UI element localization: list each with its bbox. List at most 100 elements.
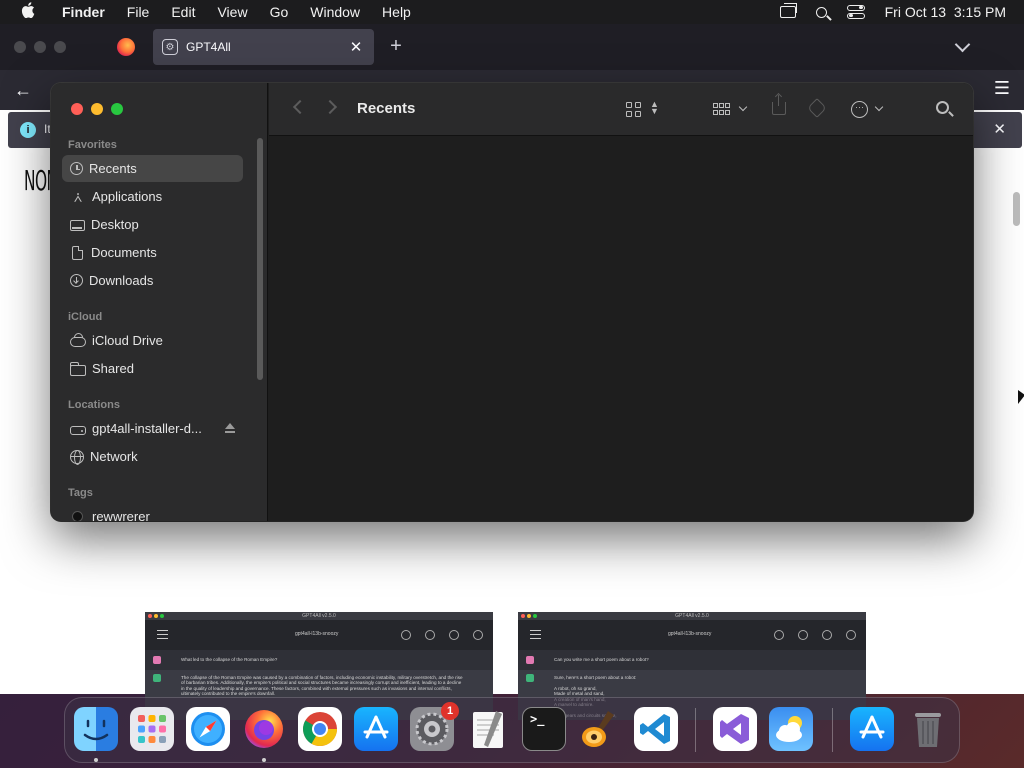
sidebar-item-label: Network (90, 449, 138, 464)
minimize-button[interactable] (91, 103, 103, 115)
group-chevron-down-icon[interactable] (738, 102, 748, 112)
apple-icon[interactable] (18, 2, 38, 22)
sidebar-item-label: Documents (91, 245, 157, 260)
more-chevron-down-icon[interactable] (874, 102, 884, 112)
window-title: Recents (357, 100, 416, 117)
sidebar-section-icloud: iCloud (68, 311, 103, 323)
dock-separator (832, 708, 833, 752)
sidebar-section-favorites: Favorites (68, 139, 117, 151)
screenshot-toolbar-icons (401, 630, 483, 640)
sidebar-section-locations: Locations (68, 399, 120, 411)
sidebar-item-label: Desktop (91, 217, 139, 232)
visual-studio-app-icon[interactable] (713, 707, 757, 751)
chrome-app-icon[interactable] (298, 707, 342, 751)
dock: 1 >_ (64, 697, 960, 763)
sidebar-item-downloads[interactable]: Downloads (62, 267, 243, 294)
tab-gpt4all[interactable]: ⚙ GPT4All ✕ (153, 29, 374, 65)
running-indicator (94, 758, 98, 762)
sidebar-item-label: rewwrerer (92, 509, 150, 521)
firefox-app-icon[interactable] (242, 707, 286, 751)
zoom-button-inactive[interactable] (54, 41, 66, 53)
vscode-app-icon[interactable] (634, 707, 678, 751)
launchpad-app-icon[interactable] (130, 707, 174, 751)
menu-window[interactable]: Window (310, 4, 360, 20)
sidebar-item-network[interactable]: Network (62, 443, 243, 470)
display-icon[interactable] (779, 3, 797, 18)
finder-content: Recents ▲ ▼ ··· (269, 83, 973, 521)
close-button-inactive[interactable] (14, 41, 26, 53)
safari-app-icon[interactable] (186, 707, 230, 751)
tab-close-icon[interactable]: ✕ (346, 38, 366, 56)
menu-help[interactable]: Help (382, 4, 411, 20)
app-store-stack-icon[interactable] (850, 707, 894, 751)
menu-view[interactable]: View (217, 4, 247, 20)
sidebar-item-recents[interactable]: Recents (62, 155, 243, 182)
finder-app-icon[interactable] (74, 707, 118, 751)
notification-close-icon[interactable]: ✕ (993, 120, 1006, 138)
back-arrow-icon[interactable]: ← (14, 80, 32, 101)
sidebar-item-label: Recents (89, 161, 137, 176)
screenshot-traffic-lights (148, 614, 164, 618)
shared-folder-icon (69, 361, 86, 376)
tag-icon[interactable] (807, 98, 827, 118)
screenshot-menu-icon (157, 630, 168, 639)
view-options-updown-icon[interactable]: ▲ ▼ (650, 100, 659, 116)
tag-dot-icon (72, 511, 83, 521)
terminal-app-icon[interactable]: >_ (522, 707, 566, 751)
menubar-clock[interactable]: Fri Oct 13 3:15 PM (885, 4, 1006, 20)
trash-icon[interactable] (906, 707, 950, 751)
sidebar-item-icloud-drive[interactable]: iCloud Drive (62, 327, 243, 354)
sidebar-item-applications[interactable]: ⩑ Applications (62, 183, 243, 210)
forward-chevron-icon[interactable] (322, 99, 338, 115)
share-icon[interactable] (772, 95, 786, 115)
more-actions-icon[interactable]: ··· (851, 101, 868, 118)
new-tab-button[interactable]: + (385, 35, 407, 57)
search-icon[interactable] (936, 101, 949, 114)
control-center-icon[interactable] (846, 5, 865, 19)
zoom-button[interactable] (111, 103, 123, 115)
sidebar-item-installer-disk[interactable]: gpt4all-installer-d... (62, 415, 243, 442)
page-scrollbar-thumb[interactable] (1013, 192, 1020, 226)
screenshot-toolbar-icons (774, 630, 856, 640)
sidebar-item-tag[interactable]: rewwrerer (62, 503, 243, 521)
screenshot-title: GPT4All v2.5.0 (145, 612, 493, 620)
sidebar-item-desktop[interactable]: Desktop (62, 211, 243, 238)
garageband-app-icon[interactable] (578, 707, 622, 751)
menu-file[interactable]: File (127, 4, 150, 20)
download-icon (70, 274, 83, 287)
screenshot-title: GPT4All v2.5.0 (518, 612, 866, 620)
user-avatar-icon (153, 656, 161, 664)
textedit-app-icon[interactable] (466, 707, 510, 751)
sidebar-item-label: gpt4all-installer-d... (92, 421, 202, 436)
eject-icon[interactable] (225, 423, 235, 433)
sidebar-item-shared[interactable]: Shared (62, 355, 243, 382)
weather-app-icon[interactable] (769, 707, 813, 751)
search-icon[interactable] (815, 6, 827, 18)
dock-separator (695, 708, 696, 752)
list-all-tabs-chevron-icon[interactable] (954, 39, 972, 55)
sidebar-scrollbar[interactable] (257, 138, 263, 380)
menu-app-finder[interactable]: Finder (62, 4, 105, 20)
sidebar-item-label: iCloud Drive (92, 333, 163, 348)
back-chevron-icon[interactable] (292, 99, 308, 115)
screenshot-model-name: gpt4all-l13b-snoozy (295, 631, 339, 637)
terminal-prompt: >_ (530, 712, 545, 726)
screenshot-question: What led to the collapse of the Roman Em… (181, 657, 278, 662)
close-button[interactable] (71, 103, 83, 115)
sidebar-item-label: Downloads (89, 273, 154, 288)
globe-icon (70, 449, 84, 465)
assistant-avatar-icon (526, 674, 534, 682)
screenshot-menu-icon (530, 630, 541, 639)
hamburger-menu-icon[interactable]: ☰ (994, 78, 1010, 99)
sidebar-item-documents[interactable]: Documents (62, 239, 243, 266)
menu-edit[interactable]: Edit (171, 4, 195, 20)
app-store-app-icon[interactable] (354, 707, 398, 751)
menu-go[interactable]: Go (270, 4, 289, 20)
gpt4all-favicon-icon: ⚙ (162, 39, 178, 55)
firefox-pinned-tab-icon[interactable] (117, 38, 135, 56)
running-indicator (262, 758, 266, 762)
icon-view-grid-icon[interactable] (626, 102, 642, 118)
minimize-button-inactive[interactable] (34, 41, 46, 53)
group-by-icon[interactable] (713, 103, 731, 117)
screenshot-question-row: What led to the collapse of the Roman Em… (145, 650, 493, 670)
